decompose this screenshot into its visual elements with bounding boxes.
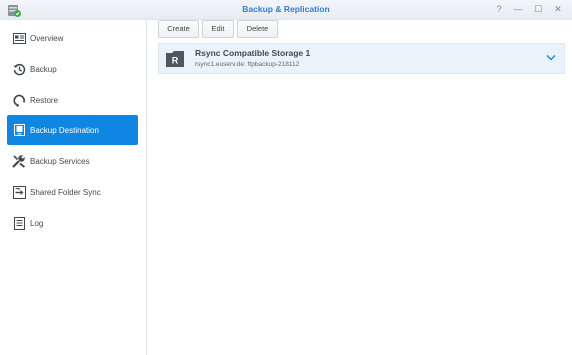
sidebar-item-log[interactable]: Log: [7, 208, 138, 238]
help-button[interactable]: ?: [493, 3, 505, 15]
window-title: Backup & Replication: [242, 4, 330, 14]
backup-icon: [12, 62, 26, 76]
sidebar-item-label: Overview: [30, 33, 64, 43]
close-button[interactable]: ✕: [552, 3, 564, 15]
log-icon: [12, 216, 26, 230]
overview-icon: [12, 31, 26, 45]
sidebar-item-backup-services[interactable]: Backup Services: [7, 146, 138, 176]
minimize-button[interactable]: —: [512, 3, 524, 15]
sidebar-item-overview[interactable]: Overview: [7, 23, 138, 53]
sidebar-item-label: Backup Destination: [30, 125, 99, 135]
restore-icon: [12, 93, 26, 107]
destination-name: Rsync Compatible Storage 1: [195, 48, 311, 58]
sidebar-item-label: Backup Services: [30, 156, 90, 166]
title-bar: Backup & Replication ? — ☐ ✕: [0, 0, 572, 20]
sidebar-item-label: Shared Folder Sync: [30, 187, 101, 197]
rsync-storage-icon: R: [166, 51, 184, 67]
sidebar-item-backup[interactable]: Backup: [7, 54, 138, 84]
sidebar-item-label: Backup: [30, 64, 57, 74]
sidebar-item-restore[interactable]: Restore: [7, 85, 138, 115]
maximize-button[interactable]: ☐: [532, 3, 544, 15]
sidebar: Overview Backup Restore Backup Destinati…: [0, 20, 147, 355]
sidebar-item-label: Log: [30, 218, 44, 228]
shared-folder-sync-icon: [12, 185, 26, 199]
destination-detail: rsync1.euserv.de: ftpbackup-218112: [195, 61, 300, 68]
edit-button[interactable]: Edit: [202, 20, 234, 38]
sidebar-item-label: Restore: [30, 95, 59, 105]
delete-button[interactable]: Delete: [237, 20, 278, 38]
create-button[interactable]: Create: [158, 20, 199, 38]
backup-services-icon: [12, 154, 26, 168]
destination-list-item[interactable]: R Rsync Compatible Storage 1 rsync1.euse…: [158, 43, 565, 74]
sidebar-item-shared-folder-sync[interactable]: Shared Folder Sync: [7, 177, 138, 207]
sidebar-item-backup-destination[interactable]: Backup Destination: [7, 115, 138, 145]
chevron-down-icon[interactable]: [546, 54, 556, 62]
rsync-icon-letter: R: [172, 56, 179, 66]
main-panel: Create Edit Delete R Rsync Compatible St…: [148, 20, 572, 355]
backup-destination-icon: [12, 123, 26, 137]
